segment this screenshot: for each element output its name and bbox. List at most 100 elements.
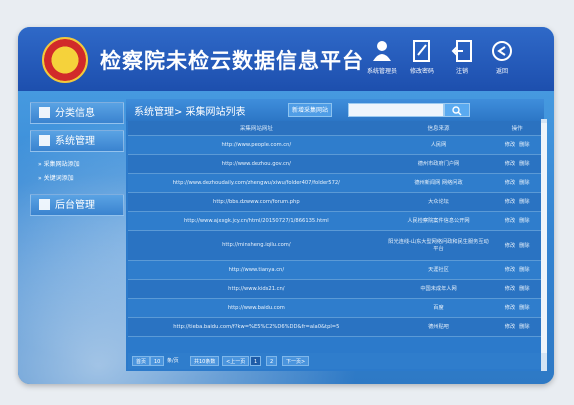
source-cell: 大众论坛 [384,192,493,212]
source-cell: 德州市政府门户网 [384,154,493,174]
page-size-select[interactable]: 10 [150,356,165,366]
page-1-button[interactable]: 1 [250,356,262,366]
edit-link[interactable]: 修改 [505,199,515,205]
url-cell: http://tieba.baidu.com/f?kw=%E5%C2%D6%DD… [128,317,385,337]
edit-link[interactable]: 修改 [505,218,515,224]
ops-cell: 修改 删除 [492,230,542,261]
edit-link[interactable]: 修改 [505,161,515,167]
url-cell: http://www.tianya.cn/ [128,260,385,280]
url-cell: http://www.people.com.cn/ [128,135,385,155]
logout-label: 注销 [455,68,468,75]
source-cell: 人民网 [384,135,493,155]
url-cell: http://www.ajxxgk.jcy.cn/html/20150727/1… [128,211,385,231]
page-2-button[interactable]: 2 [266,356,278,366]
total-count: 共10条数 [190,356,220,366]
edit-icon [413,40,430,62]
table-row: http://www.dezhou.gov.cn/德州市政府门户网 修改 删除 [128,154,542,174]
monitor-icon [39,199,50,210]
sidebar-subitem-add-site[interactable]: » 采集网站添加 [30,158,124,172]
table-row: http://www.dezhoudaily.com/zhengwu/xiwu/… [128,173,542,193]
delete-link[interactable]: 删除 [519,218,529,224]
change-password-button[interactable]: 修改密码 [402,39,442,75]
table-row: http://www.baidu.com 百度 修改 删除 [128,298,542,318]
url-cell: http://www.dezhoudaily.com/zhengwu/xiwu/… [128,173,385,193]
grid-icon [39,107,50,118]
back-label: 返回 [495,68,508,75]
delete-link[interactable]: 删除 [519,161,529,167]
edit-link[interactable]: 修改 [505,267,515,273]
content-panel: 系统管理> 采集网站列表 新增采集网站 采集网站网址 信息来源 操作 http:… [126,99,544,371]
next-page-button[interactable]: 下一页> [282,356,310,366]
delete-link[interactable]: 删除 [519,243,529,249]
column-header-ops: 操作 [492,121,542,136]
source-cell: 阳光连线-山东大型网络问政和民生服务互动平台 [384,230,493,261]
user-icon [373,41,391,61]
app-title: 检察院未检云数据信息平台 [100,49,364,73]
url-cell: http://www.baidu.com [128,298,385,318]
ops-cell: 修改 删除 [492,279,542,299]
app-window: ★ 检察院未检云数据信息平台 系统管理员 修改密码 注销 返回 分类信息 系统管… [18,27,554,384]
delete-link[interactable]: 删除 [519,180,529,186]
source-cell: 中国未成年人网 [384,279,493,299]
table-row: http://minsheng.iqilu.com/阳光连线-山东大型网络问政和… [128,230,542,261]
change-password-label: 修改密码 [409,68,434,75]
delete-link[interactable]: 删除 [519,324,529,330]
ops-cell: 修改 删除 [492,135,542,155]
sidebar-item-category[interactable]: 分类信息 [30,102,124,124]
table-row: http://www.ajxxgk.jcy.cn/html/20150727/1… [128,211,542,231]
site-table: 采集网站网址 信息来源 操作 http://www.people.com.cn/… [128,121,542,337]
url-cell: http://minsheng.iqilu.com/ [128,230,385,261]
toolbar: 系统管理> 采集网站列表 新增采集网站 [126,99,544,121]
ops-cell: 修改 删除 [492,154,542,174]
edit-link[interactable]: 修改 [505,305,515,311]
source-cell: 百度 [384,298,493,318]
logout-button[interactable]: 注销 [442,39,482,75]
search-button[interactable] [444,103,470,117]
delete-link[interactable]: 删除 [519,199,529,205]
table-row: http://www.tianya.cn/天涯社区 修改 删除 [128,260,542,280]
edit-link[interactable]: 修改 [505,180,515,186]
sidebar-item-system[interactable]: 系统管理 [30,130,124,152]
page-size-label: 条/页 [167,358,179,364]
add-site-button[interactable]: 新增采集网站 [288,103,332,117]
sidebar-item-label: 系统管理 [55,136,95,147]
admin-label: 系统管理员 [366,68,397,75]
table-row: http://bbs.dzwww.com/forum.php 大众论坛 修改 删除 [128,192,542,212]
source-cell: 人民检察院案件信息公开网 [384,211,493,231]
first-page-button[interactable]: 首页 [132,356,151,366]
admin-button[interactable]: 系统管理员 [362,39,402,75]
delete-link[interactable]: 删除 [519,286,529,292]
source-cell: 德州新闻网 网络问政 [384,173,493,193]
header-bar: ★ 检察院未检云数据信息平台 系统管理员 修改密码 注销 返回 [18,27,554,91]
delete-link[interactable]: 删除 [519,305,529,311]
scrollbar[interactable] [541,119,547,371]
monitor-icon [39,135,50,146]
breadcrumb: 系统管理> 采集网站列表 [134,107,246,118]
ops-cell: 修改 删除 [492,173,542,193]
source-cell: 德州贴吧 [384,317,493,337]
delete-link[interactable]: 删除 [519,267,529,273]
back-button[interactable]: 返回 [482,39,522,75]
table-header: 采集网站网址 信息来源 操作 [128,121,542,136]
table-row: http://www.people.com.cn/人民网 修改 删除 [128,135,542,155]
scrollbar-thumb[interactable] [541,123,547,353]
url-cell: http://bbs.dzwww.com/forum.php [128,192,385,212]
sidebar-subitem-add-keyword[interactable]: » 关键词添加 [30,172,124,186]
edit-link[interactable]: 修改 [505,324,515,330]
source-cell: 天涯社区 [384,260,493,280]
search-input[interactable] [348,103,444,117]
table-row: http://tieba.baidu.com/f?kw=%E5%C2%D6%DD… [128,317,542,337]
edit-link[interactable]: 修改 [505,286,515,292]
ops-cell: 修改 删除 [492,317,542,337]
edit-link[interactable]: 修改 [505,142,515,148]
edit-link[interactable]: 修改 [505,243,515,249]
url-cell: http://www.kids21.cn/ [128,279,385,299]
back-icon [492,41,512,61]
ops-cell: 修改 删除 [492,211,542,231]
table-row: http://www.kids21.cn/中国未成年人网 修改 删除 [128,279,542,299]
pagination: 首页 10 条/页 共10条数 <上一页 1 2 下一页> [128,353,542,369]
prev-page-button[interactable]: <上一页 [222,356,250,366]
delete-link[interactable]: 删除 [519,142,529,148]
sidebar-item-backend[interactable]: 后台管理 [30,194,124,216]
ops-cell: 修改 删除 [492,260,542,280]
